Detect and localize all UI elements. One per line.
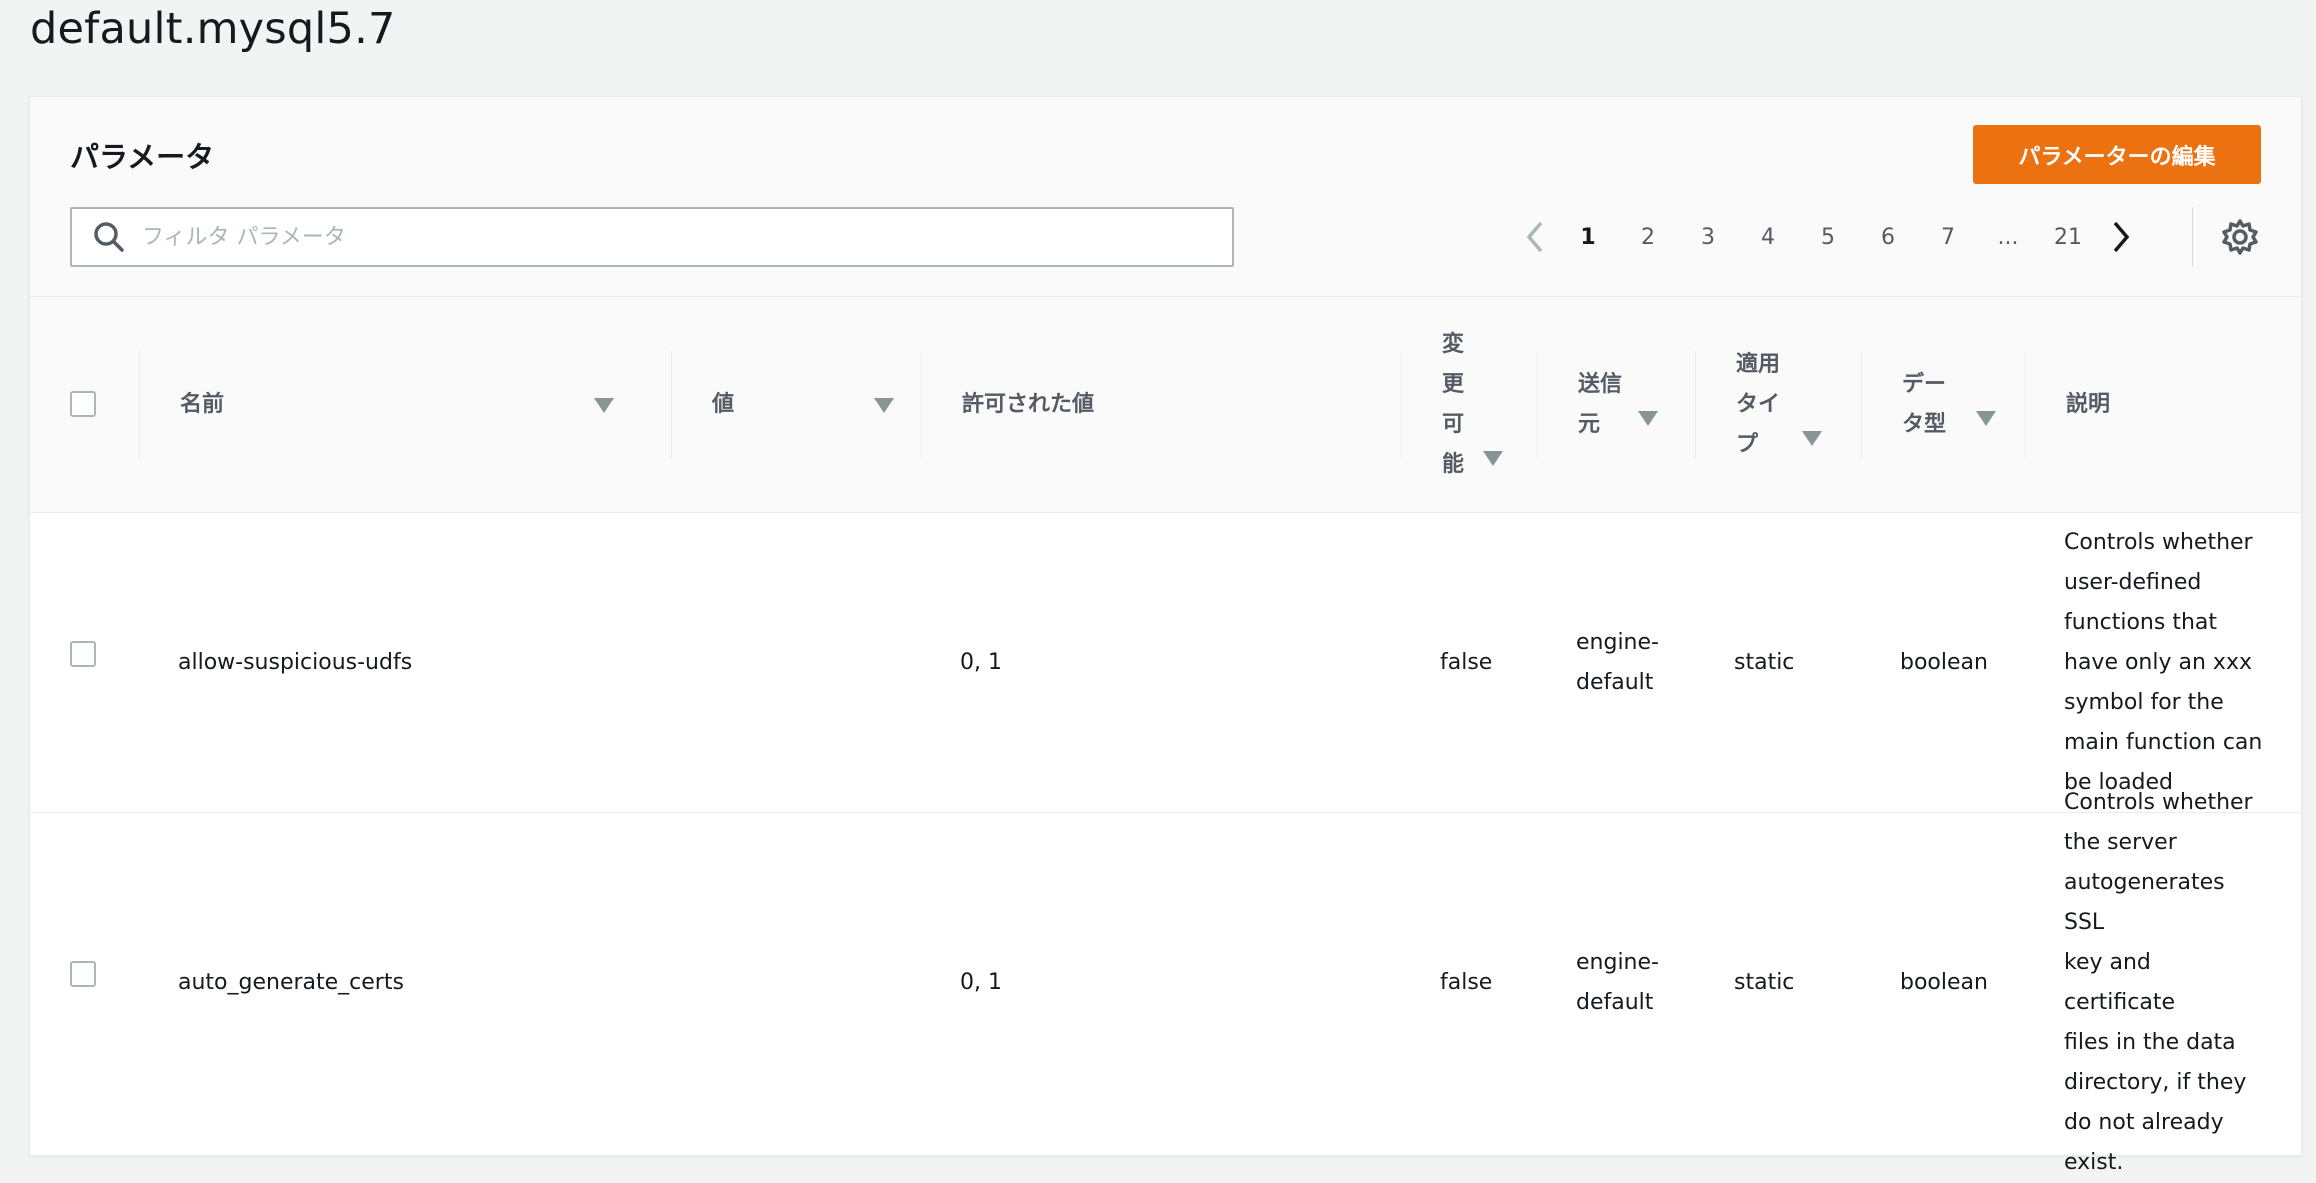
pagination-divider	[2192, 207, 2193, 267]
column-header-description-label: 説明	[2066, 392, 2111, 417]
apply-type-value: static	[1734, 970, 1795, 995]
column-header-apply-type-label: プ	[1736, 432, 1759, 457]
column-header-description: 説明	[2066, 297, 2266, 513]
column-header-source-label: 元	[1578, 412, 1601, 437]
column-header-modifiable-label: 更	[1442, 372, 1465, 397]
column-header-source-label: 送信	[1578, 372, 1623, 397]
source-value-line: engine-	[1576, 629, 1659, 655]
page-5-button[interactable]: 5	[1798, 225, 1858, 250]
parameter-name: allow-suspicious-udfs	[178, 649, 413, 675]
row-checkbox[interactable]	[70, 641, 96, 667]
sort-icon[interactable]	[594, 397, 614, 413]
description-line: Controls whether	[2064, 790, 2253, 815]
column-header-modifiable[interactable]: 変 更 可 能	[1442, 297, 1542, 513]
column-header-name-label: 名前	[180, 392, 225, 417]
description-line: main function can	[2064, 729, 2263, 755]
next-page-button[interactable]	[2098, 213, 2144, 261]
column-header-modifiable-label: 可	[1442, 412, 1465, 437]
page-1-button[interactable]: 1	[1558, 225, 1618, 250]
description-line: user-defined	[2064, 569, 2202, 595]
source-value-line: engine-	[1576, 950, 1659, 975]
allowed-values: 0, 1	[960, 970, 1002, 995]
panel-header: パラメータ パラメーターの編集 1 2 3 4 5 6 7 ... 21	[30, 97, 2301, 297]
description-line: do not already	[2064, 1110, 2224, 1135]
column-header-data-type-label: デー	[1902, 372, 1947, 397]
page-title: default.mysql5.7	[30, 4, 396, 54]
page-7-button[interactable]: 7	[1918, 225, 1978, 250]
source-value-line: default	[1576, 669, 1654, 695]
description-line: the server	[2064, 830, 2177, 855]
chevron-left-icon	[1526, 221, 1543, 253]
sort-icon[interactable]	[1483, 451, 1503, 466]
search-icon	[94, 222, 124, 252]
column-separator	[921, 351, 922, 459]
modifiable-value: false	[1440, 970, 1493, 995]
sort-icon[interactable]	[1976, 411, 1996, 426]
search-input[interactable]	[142, 209, 1232, 265]
apply-type-value: static	[1734, 649, 1795, 675]
description-line: functions that	[2064, 609, 2218, 635]
page-21-button[interactable]: 21	[2038, 225, 2098, 250]
table-row[interactable]: auto_generate_certs 0, 1 false engine- d…	[30, 790, 2301, 1175]
previous-page-button[interactable]	[1512, 213, 1558, 261]
edit-parameters-button[interactable]: パラメーターの編集	[1973, 125, 2261, 184]
column-header-source[interactable]: 送信 元	[1578, 297, 1698, 513]
column-separator	[671, 351, 672, 459]
column-header-apply-type-label: 適用	[1736, 352, 1781, 377]
page-6-button[interactable]: 6	[1858, 225, 1918, 250]
column-header-apply-type[interactable]: 適用 タイ プ	[1736, 297, 1866, 513]
description-value: Controls whether the server autogenerate…	[2064, 790, 2264, 1175]
page-3-button[interactable]: 3	[1678, 225, 1738, 250]
column-separator	[1695, 351, 1696, 459]
column-header-modifiable-label: 変	[1442, 332, 1465, 357]
column-header-name[interactable]: 名前	[180, 297, 650, 513]
description-line: autogenerates SSL	[2064, 870, 2225, 935]
column-separator	[139, 351, 140, 459]
allowed-values: 0, 1	[960, 649, 1002, 675]
description-line: files in the data	[2064, 1030, 2236, 1055]
column-header-value[interactable]: 値	[712, 297, 922, 513]
description-line: symbol for the	[2064, 689, 2224, 715]
column-header-modifiable-label: 能	[1442, 452, 1465, 477]
column-header-data-type-label: タ型	[1902, 412, 1947, 437]
sort-icon[interactable]	[1638, 411, 1658, 426]
page-ellipsis: ...	[1997, 224, 2019, 250]
description-line: exist.	[2064, 1150, 2124, 1175]
page-4-button[interactable]: 4	[1738, 225, 1798, 250]
chevron-right-icon	[2113, 221, 2130, 253]
parameters-panel: パラメータ パラメーターの編集 1 2 3 4 5 6 7 ... 21	[29, 96, 2302, 1175]
source-value: engine- default	[1576, 513, 1659, 812]
table-header: 名前 値 許可された値 変 更 可 能 送信 元 適用 タイ プ デー タ型 説…	[30, 297, 2301, 513]
panel-title: パラメータ	[70, 140, 215, 174]
column-separator	[2025, 351, 2026, 459]
column-separator	[1861, 351, 1862, 459]
column-header-allowed-values: 許可された値	[962, 297, 1382, 513]
table-row[interactable]: allow-suspicious-udfs 0, 1 false engine-…	[30, 513, 2301, 813]
column-header-value-label: 値	[712, 392, 735, 417]
column-header-data-type[interactable]: デー タ型	[1902, 297, 2022, 513]
select-all-checkbox[interactable]	[70, 391, 96, 417]
description-line: key and certificate	[2064, 950, 2176, 1015]
row-checkbox[interactable]	[70, 961, 96, 987]
parameter-name: auto_generate_certs	[178, 970, 404, 995]
sort-icon[interactable]	[874, 397, 894, 413]
description-line: Controls whether	[2064, 529, 2253, 555]
search-box[interactable]	[70, 207, 1234, 267]
page-2-button[interactable]: 2	[1618, 225, 1678, 250]
column-header-apply-type-label: タイ	[1736, 392, 1781, 417]
description-line: directory, if they	[2064, 1070, 2247, 1095]
description-line: have only an xxx	[2064, 649, 2252, 675]
modifiable-value: false	[1440, 649, 1493, 675]
pagination: 1 2 3 4 5 6 7 ... 21	[1512, 213, 2144, 261]
source-value-line: default	[1576, 990, 1654, 1015]
description-value: Controls whether user-defined functions …	[2064, 513, 2264, 812]
data-type-value: boolean	[1900, 970, 1988, 995]
gear-icon[interactable]	[2218, 215, 2262, 259]
column-header-allowed-values-label: 許可された値	[962, 392, 1095, 417]
column-separator	[1401, 351, 1402, 459]
column-separator	[1537, 351, 1538, 459]
sort-icon[interactable]	[1802, 431, 1822, 446]
data-type-value: boolean	[1900, 649, 1988, 675]
source-value: engine- default	[1576, 813, 1659, 1153]
